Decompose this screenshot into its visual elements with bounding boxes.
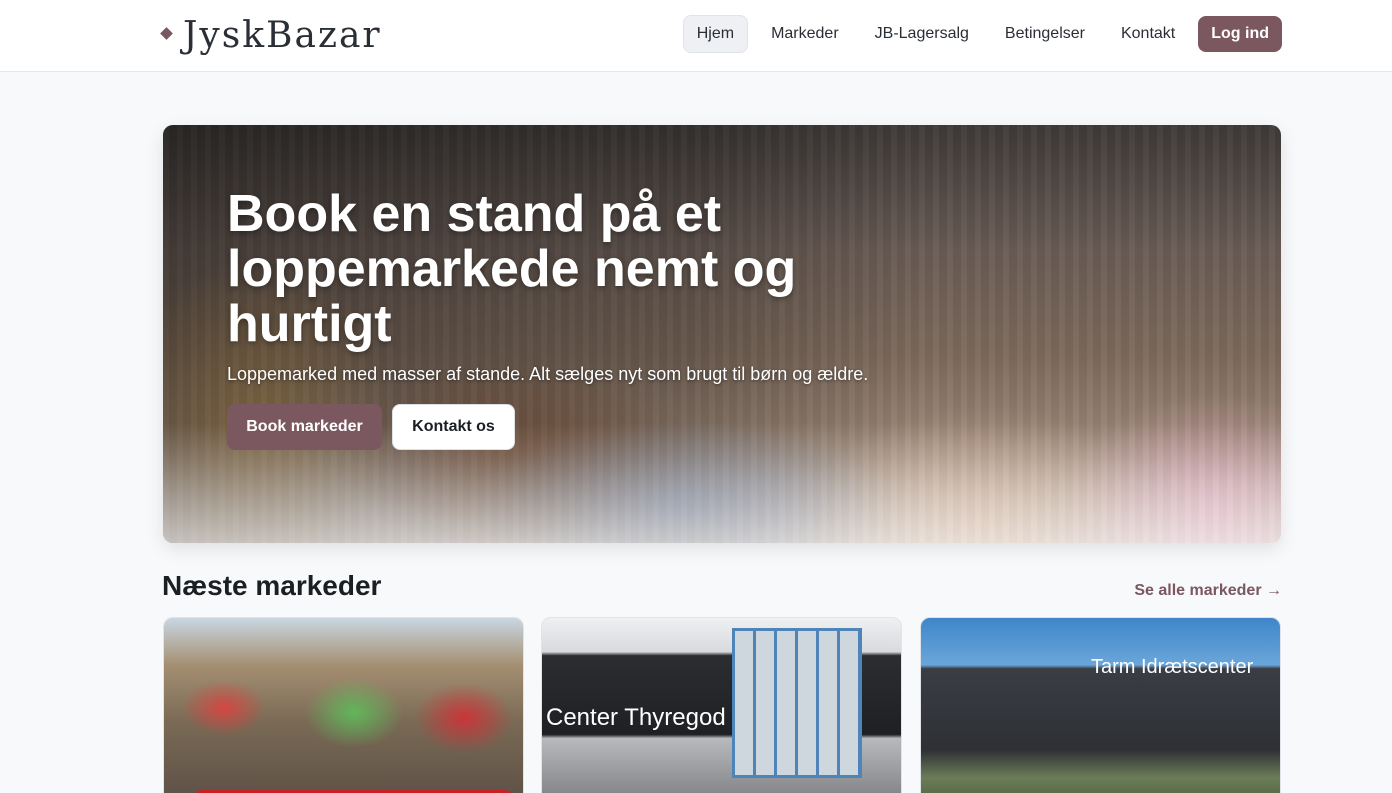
building-sign: Center Thyregod [546,704,726,731]
diamond-icon [160,26,173,40]
hero-banner: Book en stand på et loppemarkede nemt og… [163,125,1281,543]
contact-us-button[interactable]: Kontakt os [392,404,515,450]
nav-item-kontakt[interactable]: Kontakt [1108,15,1188,53]
main-nav: Hjem Markeder JB-Lagersalg Betingelser K… [673,15,1282,53]
see-all-markets-link[interactable]: Se alle markeder → [1134,582,1282,600]
glass-facade [732,628,862,778]
market-card-thyregod[interactable]: Center Thyregod [541,617,902,793]
hero-title: Book en stand på et loppemarkede nemt og… [227,185,797,353]
brand-logo[interactable]: JyskBazar [160,12,382,58]
nav-item-hjem[interactable]: Hjem [682,15,749,53]
building-sign: Tarm Idrætscenter [1091,656,1254,678]
market-card-tarm[interactable]: Tarm Idrætscenter [920,617,1281,793]
nav-item-jb-lagersalg[interactable]: JB-Lagersalg [862,15,982,53]
brand-name[interactable]: JyskBazar [183,15,382,56]
market-card-festival[interactable] [163,617,524,793]
section-title: Næste markeder [162,570,382,601]
login-button[interactable]: Log ind [1198,16,1282,52]
hero-subtitle: Loppemarked med masser af stande. Alt sæ… [227,364,869,384]
nav-item-betingelser[interactable]: Betingelser [992,15,1098,53]
site-header: JyskBazar Hjem Markeder JB-Lagersalg Bet… [0,0,1392,72]
nav-item-markeder[interactable]: Markeder [758,15,852,53]
book-markets-button[interactable]: Book markeder [227,404,382,450]
